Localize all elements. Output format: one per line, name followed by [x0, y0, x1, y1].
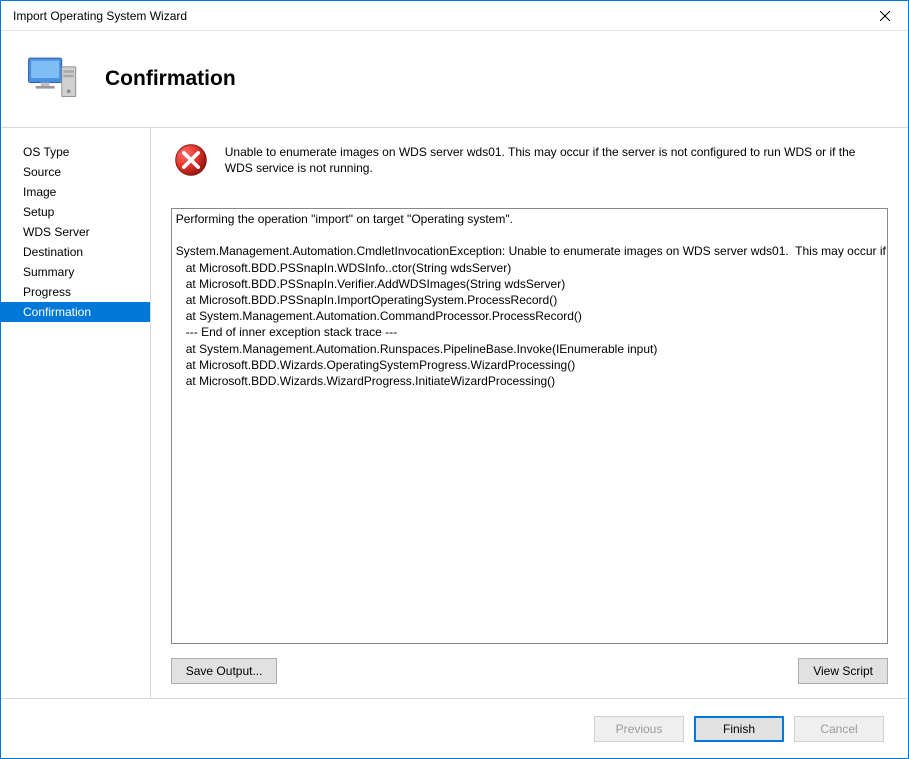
step-progress[interactable]: Progress	[1, 282, 150, 302]
step-image[interactable]: Image	[1, 182, 150, 202]
close-icon	[880, 11, 890, 21]
step-os-type[interactable]: OS Type	[1, 142, 150, 162]
error-row: Unable to enumerate images on WDS server…	[171, 142, 888, 178]
wizard-header: Confirmation	[1, 31, 908, 127]
wizard-body: OS TypeSourceImageSetupWDS ServerDestina…	[1, 127, 908, 698]
view-script-button[interactable]: View Script	[798, 658, 888, 684]
cancel-button: Cancel	[794, 716, 884, 742]
previous-button: Previous	[594, 716, 684, 742]
close-button[interactable]	[862, 1, 908, 31]
save-output-button[interactable]: Save Output...	[171, 658, 278, 684]
wizard-footer: Previous Finish Cancel	[1, 698, 908, 758]
computer-icon	[25, 51, 81, 107]
step-source[interactable]: Source	[1, 162, 150, 182]
page-heading: Confirmation	[105, 67, 236, 91]
window-title: Import Operating System Wizard	[13, 9, 187, 23]
steps-sidebar: OS TypeSourceImageSetupWDS ServerDestina…	[1, 128, 151, 698]
step-destination[interactable]: Destination	[1, 242, 150, 262]
output-actions: Save Output... View Script	[171, 650, 888, 698]
step-summary[interactable]: Summary	[1, 262, 150, 282]
output-log[interactable]: Performing the operation "import" on tar…	[171, 208, 888, 644]
wizard-window: Import Operating System Wizard	[0, 0, 909, 759]
step-setup[interactable]: Setup	[1, 202, 150, 222]
error-message: Unable to enumerate images on WDS server…	[225, 142, 886, 176]
step-confirmation[interactable]: Confirmation	[1, 302, 150, 322]
step-wds-server[interactable]: WDS Server	[1, 222, 150, 242]
titlebar: Import Operating System Wizard	[1, 1, 908, 31]
finish-button[interactable]: Finish	[694, 716, 784, 742]
content-pane: Unable to enumerate images on WDS server…	[151, 128, 908, 698]
error-icon	[173, 142, 209, 178]
